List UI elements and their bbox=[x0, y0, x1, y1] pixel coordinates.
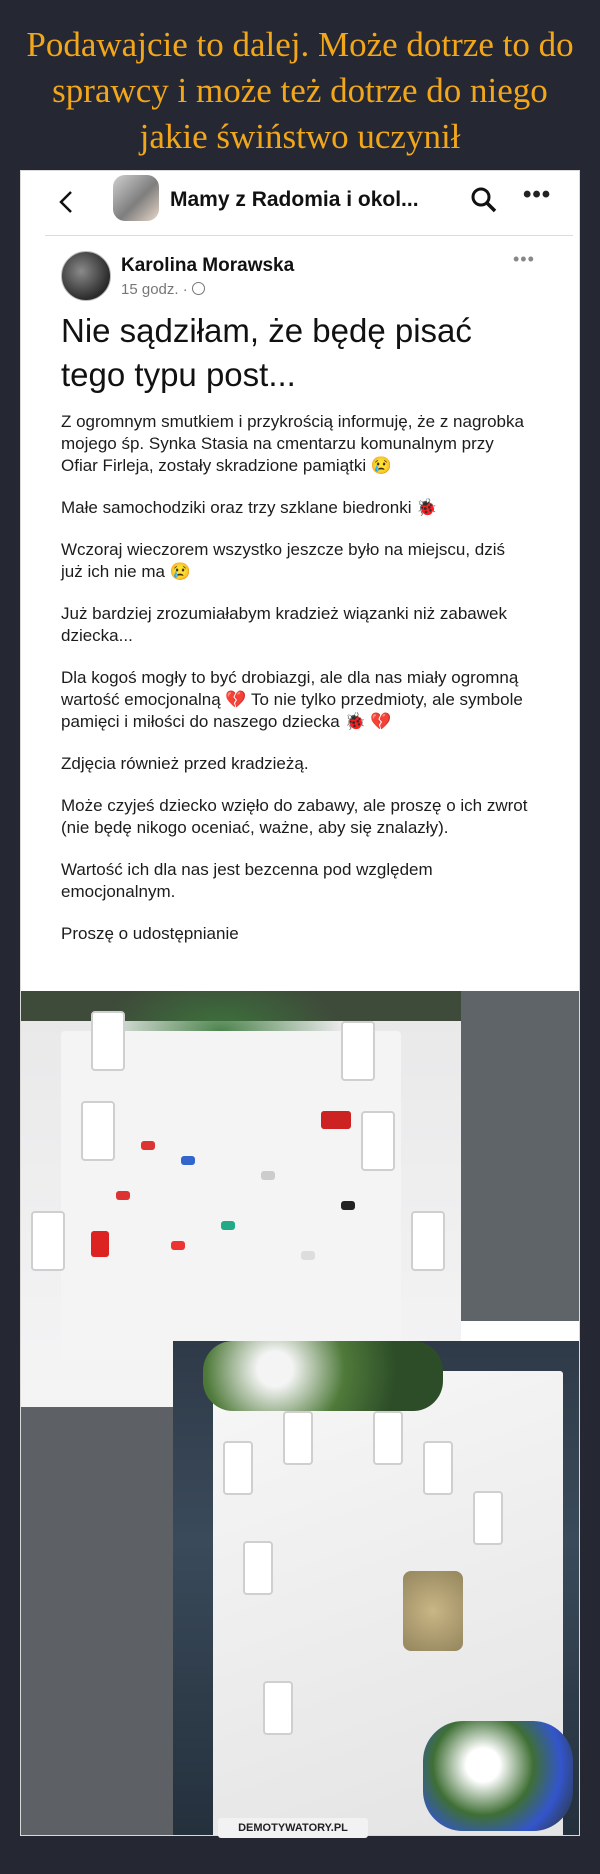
grave-lantern bbox=[223, 1441, 253, 1495]
grave-lantern bbox=[31, 1211, 65, 1271]
public-globe-icon bbox=[191, 282, 205, 295]
back-arrow-icon[interactable] bbox=[55, 189, 77, 215]
post-paragraph: Dla kogoś mogły to być drobiazgi, ale dl… bbox=[61, 668, 523, 731]
toy-car bbox=[301, 1251, 315, 1260]
grave-candle-lamp bbox=[403, 1571, 463, 1651]
post-paragraph: Wczoraj wieczorem wszystko jeszcze było … bbox=[61, 540, 506, 581]
toy-car bbox=[221, 1221, 235, 1230]
grave-lantern bbox=[361, 1111, 395, 1171]
author-avatar[interactable] bbox=[61, 251, 111, 301]
grave-lantern bbox=[263, 1681, 293, 1735]
post-options-icon[interactable]: ••• bbox=[513, 249, 535, 270]
grave-lantern bbox=[411, 1211, 445, 1271]
group-top-bar: Mamy z Radomia i okol... ••• bbox=[45, 171, 573, 236]
grave-lantern bbox=[473, 1491, 503, 1545]
facebook-post: Mamy z Radomia i okol... ••• Karolina Mo… bbox=[21, 171, 579, 991]
screenshot-frame: Mamy z Radomia i okol... ••• Karolina Mo… bbox=[20, 170, 580, 1836]
post-paragraph: Proszę o udostępnianie bbox=[61, 924, 239, 943]
post-paragraph: Małe samochodziki oraz trzy szklane bied… bbox=[61, 498, 438, 517]
site-watermark: DEMOTYWATORY.PL bbox=[218, 1818, 368, 1838]
author-name[interactable]: Karolina Morawska bbox=[121, 255, 294, 277]
post-meta: 15 godz. · bbox=[121, 281, 205, 298]
grave-lantern bbox=[373, 1411, 403, 1465]
more-options-icon[interactable]: ••• bbox=[523, 181, 551, 209]
flower-bouquet bbox=[423, 1721, 573, 1831]
grave-lantern bbox=[91, 1011, 125, 1071]
grave-lantern bbox=[243, 1541, 273, 1595]
toy-car bbox=[321, 1111, 351, 1129]
toy-car bbox=[181, 1156, 195, 1165]
grave-lantern bbox=[341, 1021, 375, 1081]
grave-lantern bbox=[423, 1441, 453, 1495]
post-time: 15 godz. · bbox=[121, 281, 192, 298]
search-icon[interactable] bbox=[469, 185, 499, 215]
post-paragraph: Już bardziej zrozumiałabym kradzież wiąz… bbox=[61, 604, 507, 645]
toy-car bbox=[171, 1241, 185, 1250]
post-paragraph: Z ogromnym smutkiem i przykrością inform… bbox=[61, 412, 524, 475]
flower-arrangement bbox=[203, 1341, 443, 1411]
toy-car bbox=[341, 1201, 355, 1210]
post-paragraph: Wartość ich dla nas jest bezcenna pod wz… bbox=[61, 860, 433, 901]
post-paragraph: Zdjęcia również przed kradzieżą. bbox=[61, 754, 309, 773]
post-heading: Nie sądziłam, że będę pisać tego typu po… bbox=[61, 312, 472, 393]
post-paragraph: Może czyjeś dziecko wzięło do zabawy, al… bbox=[61, 796, 528, 837]
photo-background-grey bbox=[461, 991, 579, 1321]
grave-lantern bbox=[283, 1411, 313, 1465]
grave-photo-after[interactable] bbox=[173, 1341, 579, 1835]
meme-title: Podawajcie to dalej. Może dotrze to do s… bbox=[26, 25, 574, 156]
toy-car bbox=[91, 1231, 109, 1257]
toy-car bbox=[261, 1171, 275, 1180]
toy-car bbox=[141, 1141, 155, 1150]
grave-lantern bbox=[81, 1101, 115, 1161]
grave-photo-before[interactable] bbox=[21, 991, 461, 1381]
group-name[interactable]: Mamy z Radomia i okol... bbox=[170, 188, 419, 212]
toy-car bbox=[116, 1191, 130, 1200]
post-body: Z ogromnym smutkiem i przykrością inform… bbox=[61, 411, 531, 965]
group-avatar[interactable] bbox=[113, 175, 159, 221]
photo-background-grey bbox=[21, 1407, 173, 1835]
